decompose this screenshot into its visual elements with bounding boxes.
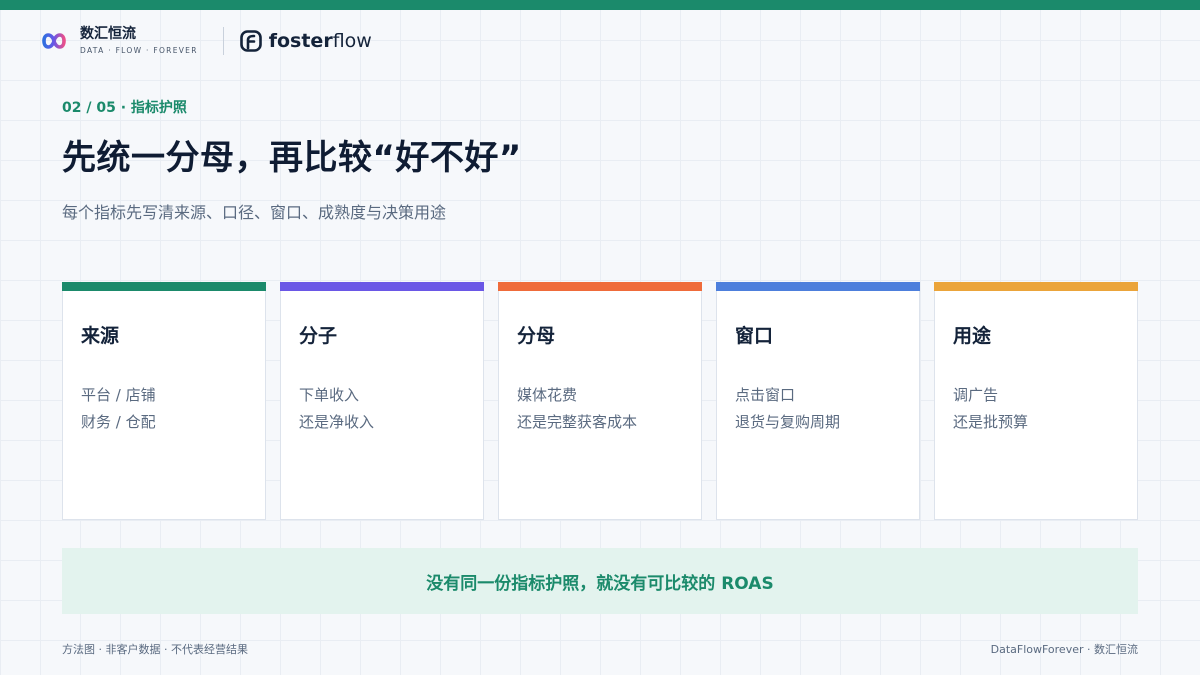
- card-accent: [280, 282, 484, 291]
- logo-divider: [222, 27, 224, 55]
- slide-title: 先统一分母，再比较“好不好”: [62, 138, 522, 178]
- card-line: 点击窗口: [735, 386, 796, 404]
- card-line: 还是批预算: [953, 413, 1029, 431]
- card-usage: 用途 调广告 还是批预算: [934, 282, 1138, 520]
- partner-name-bold: foster: [268, 30, 333, 52]
- card-line: 媒体花费: [517, 386, 578, 404]
- card-accent: [62, 282, 266, 291]
- brand-tagline: DATA · FLOW · FOREVER: [80, 46, 198, 55]
- infinity-logo-icon: [42, 33, 66, 49]
- partner-name: fosterflow: [269, 30, 372, 52]
- brand-name: 数汇恒流: [80, 26, 136, 42]
- card-title: 用途: [953, 325, 992, 347]
- card-line: 平台 / 店铺: [81, 386, 156, 404]
- card-line: 还是完整获客成本: [517, 413, 638, 431]
- partner-name-light: flow: [332, 30, 372, 52]
- card-line: 还是净收入: [299, 413, 375, 431]
- key-message-callout: 没有同一份指标护照，就没有可比较的 ROAS: [62, 548, 1138, 614]
- slide-eyebrow: 02 / 05 · 指标护照: [62, 100, 187, 116]
- card-source: 来源 平台 / 店铺 财务 / 仓配: [62, 282, 266, 520]
- card-accent: [498, 282, 702, 291]
- slide-subtitle: 每个指标先写清来源、口径、窗口、成熟度与决策用途: [62, 203, 447, 222]
- footer-disclaimer: 方法图 · 非客户数据 · 不代表经营结果: [62, 643, 248, 656]
- callout-text: 没有同一份指标护照，就没有可比较的 ROAS: [426, 573, 774, 594]
- card-title: 窗口: [735, 325, 774, 347]
- card-denominator: 分母 媒体花费 还是完整获客成本: [498, 282, 702, 520]
- footer-brand: DataFlowForever · 数汇恒流: [990, 643, 1138, 656]
- partner-logo: fosterflow: [239, 30, 372, 52]
- card-title: 分子: [299, 325, 338, 347]
- card-accent: [934, 282, 1138, 291]
- card-line: 财务 / 仓配: [81, 413, 156, 431]
- card-line: 退货与复购周期: [735, 413, 841, 431]
- header-logos: 数汇恒流 DATA · FLOW · FOREVER fosterflow: [40, 26, 372, 56]
- card-accent: [716, 282, 920, 291]
- card-line: 下单收入: [299, 386, 360, 404]
- card-window: 窗口 点击窗口 退货与复购周期: [716, 282, 920, 520]
- fosterflow-f-icon: [239, 30, 262, 52]
- card-title: 来源: [81, 325, 120, 347]
- card-line: 调广告: [953, 386, 999, 404]
- concept-cards: 来源 平台 / 店铺 财务 / 仓配 分子 下单收入 还是净收入 分母 媒体花费…: [62, 282, 1138, 520]
- top-accent-bar: [0, 0, 1200, 10]
- card-numerator: 分子 下单收入 还是净收入: [280, 282, 484, 520]
- card-title: 分母: [517, 325, 556, 347]
